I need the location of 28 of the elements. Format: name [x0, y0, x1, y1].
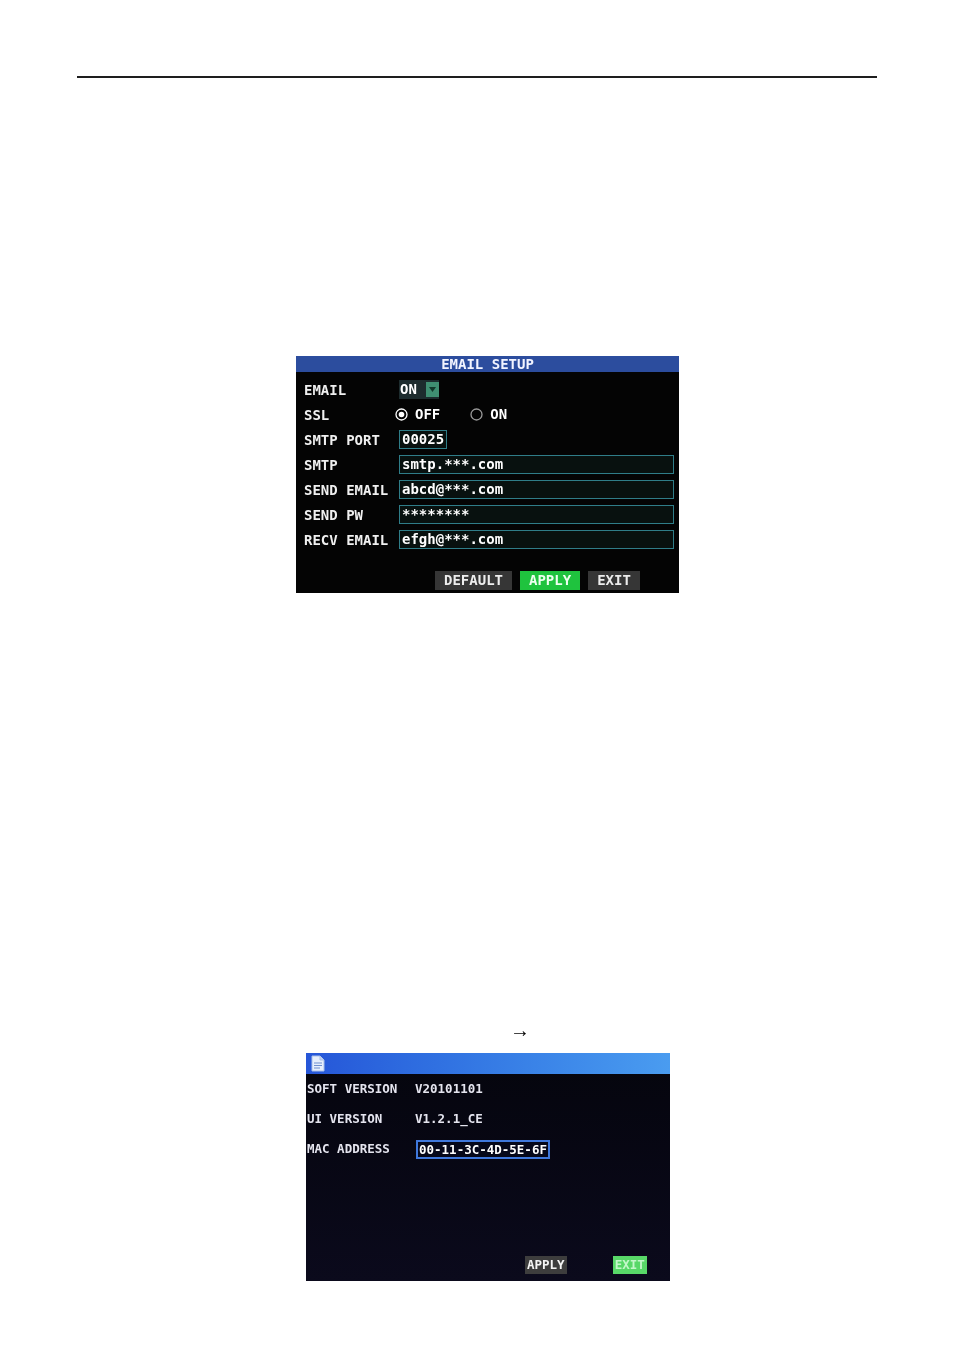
field-label: SMTP: [304, 455, 338, 474]
port-field[interactable]: 00025: [399, 430, 448, 449]
caret-icon: [426, 382, 439, 397]
text-field[interactable]: efgh@***.com: [399, 530, 674, 549]
field-label: EMAIL: [304, 380, 347, 399]
text-field[interactable]: ********: [399, 505, 674, 524]
document-icon: [311, 1055, 326, 1072]
exit-button[interactable]: EXIT: [588, 571, 640, 590]
text-field[interactable]: 00-11-3C-4D-5E-6F: [416, 1139, 550, 1159]
radio-option[interactable]: OFF: [395, 405, 441, 424]
field-value: V20101101: [415, 1081, 483, 1097]
field-value: V1.2.1_CE: [415, 1111, 483, 1127]
field-label: MAC ADDRESS: [307, 1141, 390, 1157]
field-label: SOFT VERSION: [307, 1081, 398, 1097]
text-field[interactable]: smtp.***.com: [399, 455, 674, 474]
field-label: RECV EMAIL: [304, 530, 389, 549]
field-label: SMTP PORT: [304, 430, 380, 449]
apply-button[interactable]: APPLY: [525, 1256, 567, 1274]
field-label: UI VERSION: [307, 1111, 383, 1127]
window-title: EMAIL SETUP: [441, 356, 534, 372]
field-label: SEND EMAIL: [304, 480, 389, 499]
field-label: SEND PW: [304, 505, 363, 524]
field-label: SSL: [304, 405, 330, 424]
dropdown[interactable]: ON: [399, 380, 439, 399]
right-arrow: →: [510, 1020, 530, 1040]
text-field[interactable]: abcd@***.com: [399, 480, 674, 499]
radio-option[interactable]: ON: [470, 405, 508, 424]
default-button[interactable]: DEFAULT: [435, 571, 512, 590]
